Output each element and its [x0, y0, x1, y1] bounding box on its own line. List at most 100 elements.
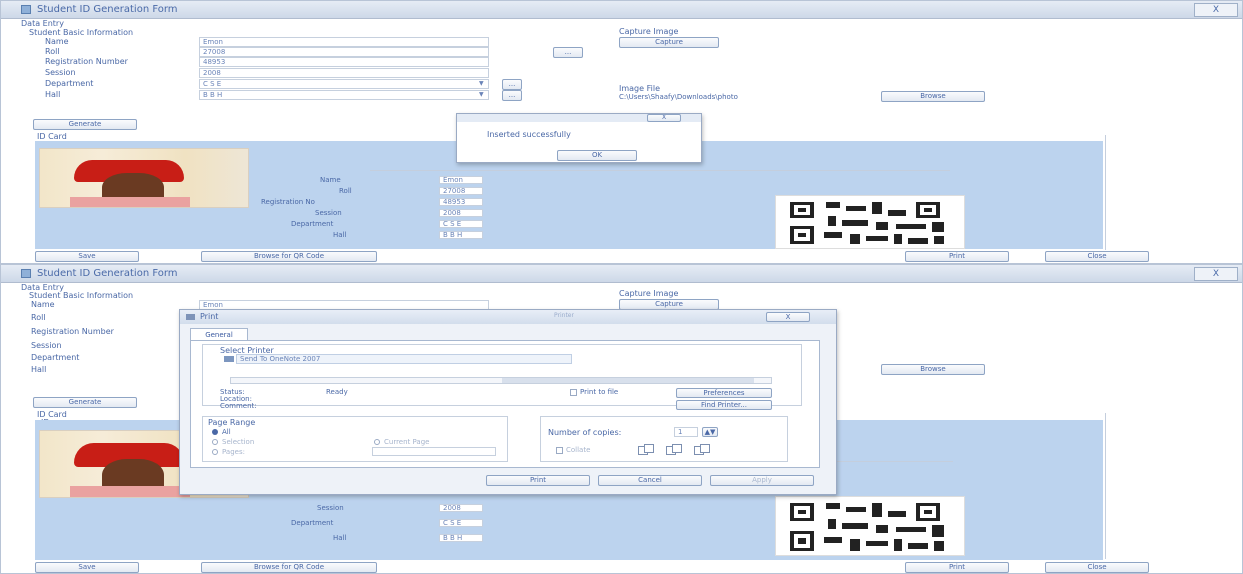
selection-radio-label: Selection [222, 438, 255, 446]
side-action-button[interactable]: ... [553, 47, 583, 58]
window-title: Student ID Generation Form [37, 4, 178, 15]
department-label: Department [45, 79, 94, 88]
print-to-file-label: Print to file [580, 388, 619, 396]
scrollbar-thumb[interactable] [502, 378, 754, 383]
student-photo [39, 148, 249, 208]
selection-radio[interactable] [212, 439, 218, 445]
pages-input[interactable] [372, 447, 496, 456]
session-label: Session [45, 68, 76, 77]
close-window-button[interactable]: X [1194, 267, 1238, 281]
card-separator [370, 170, 950, 171]
print-dialog-print-button[interactable]: Print [486, 475, 590, 486]
department-label: Department [31, 353, 80, 362]
close-button[interactable]: Close [1045, 251, 1149, 262]
session-field[interactable]: 2008 [199, 68, 489, 78]
page-range-label: Page Range [208, 418, 256, 427]
basic-info-label: Student Basic Information [29, 291, 134, 300]
qr-code [775, 496, 965, 556]
data-entry-group-label: Data Entry [21, 19, 64, 28]
generate-button[interactable]: Generate [33, 397, 137, 408]
main-window-bottom: Student ID Generation Form X Data Entry … [0, 264, 1243, 574]
message-box-close-button[interactable]: X [647, 114, 681, 122]
save-button[interactable]: Save [35, 562, 139, 573]
print-button[interactable]: Print [905, 251, 1009, 262]
hall-select[interactable]: B B H [199, 90, 489, 100]
comment-label: Comment: [220, 402, 257, 410]
print-dialog-cancel-button[interactable]: Cancel [598, 475, 702, 486]
generate-button[interactable]: Generate [33, 119, 137, 130]
capture-button[interactable]: Capture [619, 37, 719, 48]
print-dialog-close-button[interactable]: X [766, 312, 810, 322]
printer-list-item[interactable]: Send To OneNote 2007 [236, 354, 572, 364]
department-add-button[interactable]: ... [502, 79, 522, 90]
copies-stepper[interactable]: ▲▼ [702, 427, 718, 437]
registration-field[interactable]: 48953 [199, 57, 489, 67]
app-icon [21, 5, 31, 14]
copies-input[interactable]: 1 [674, 427, 698, 437]
message-box: X Inserted successfully OK [456, 113, 702, 163]
find-printer-button[interactable]: Find Printer... [676, 400, 772, 410]
title-bar: Student ID Generation Form X [1, 1, 1242, 19]
card-department-label: Department [291, 220, 334, 228]
hall-add-button[interactable]: ... [502, 90, 522, 101]
window-title: Student ID Generation Form [37, 268, 178, 279]
card-department-label: Department [291, 519, 334, 527]
printer-list-icon [224, 356, 234, 362]
close-window-button[interactable]: X [1194, 3, 1238, 17]
app-icon [21, 269, 31, 278]
card-session-label: Session [315, 209, 342, 217]
chevron-down-icon[interactable]: ▼ [479, 80, 487, 88]
current-page-radio[interactable] [374, 439, 380, 445]
card-roll-label: Roll [339, 187, 352, 195]
print-dialog-title-hint: Printer [554, 312, 574, 319]
print-button[interactable]: Print [905, 562, 1009, 573]
message-text: Inserted successfully [487, 130, 571, 139]
print-to-file-checkbox[interactable] [570, 389, 577, 396]
department-select[interactable]: C S E [199, 79, 489, 89]
current-page-radio-label: Current Page [384, 438, 430, 446]
print-dialog: Print Printer X General Select Printer S… [179, 309, 837, 495]
title-bar: Student ID Generation Form X [1, 265, 1242, 283]
qr-code [775, 195, 965, 249]
card-department-value: C S E [439, 519, 483, 527]
chevron-down-icon[interactable]: ▼ [479, 91, 487, 99]
browse-qr-button[interactable]: Browse for QR Code [201, 251, 377, 262]
all-radio-label: All [222, 428, 231, 436]
card-name-label: Name [320, 176, 341, 184]
divider [1105, 135, 1106, 250]
pages-radio[interactable] [212, 449, 218, 455]
collate-label: Collate [566, 446, 591, 454]
name-field[interactable]: Emon [199, 37, 489, 47]
image-file-path: C:\Users\Shaafy\Downloads\photo [619, 93, 738, 101]
save-button[interactable]: Save [35, 251, 139, 262]
browse-qr-button[interactable]: Browse for QR Code [201, 562, 377, 573]
card-session-value: 2008 [439, 504, 483, 512]
close-button[interactable]: Close [1045, 562, 1149, 573]
print-dialog-apply-button[interactable]: Apply [710, 475, 814, 486]
roll-label: Roll [31, 313, 46, 322]
status-value: Ready [326, 388, 348, 396]
roll-label: Roll [45, 47, 60, 56]
all-radio[interactable] [212, 429, 218, 435]
hall-label: Hall [31, 365, 47, 374]
browse-image-button[interactable]: Browse [881, 91, 985, 102]
card-hall-value: B B H [439, 231, 483, 239]
registration-label: Registration Number [31, 327, 114, 336]
name-label: Name [45, 37, 69, 46]
hall-label: Hall [45, 90, 61, 99]
preferences-button[interactable]: Preferences [676, 388, 772, 398]
print-dialog-titlebar [180, 310, 836, 324]
card-hall-label: Hall [333, 231, 347, 239]
card-registration-label: Registration No [261, 198, 315, 206]
card-separator [833, 461, 953, 462]
card-roll-value: 27008 [439, 187, 483, 195]
ok-button[interactable]: OK [557, 150, 637, 161]
session-label: Session [31, 341, 62, 350]
divider [1105, 413, 1106, 559]
card-session-label: Session [317, 504, 344, 512]
card-hall-label: Hall [333, 534, 347, 542]
browse-image-button[interactable]: Browse [881, 364, 985, 375]
roll-field[interactable]: 27008 [199, 47, 489, 57]
collate-checkbox[interactable] [556, 447, 563, 454]
registration-label: Registration Number [45, 57, 128, 66]
